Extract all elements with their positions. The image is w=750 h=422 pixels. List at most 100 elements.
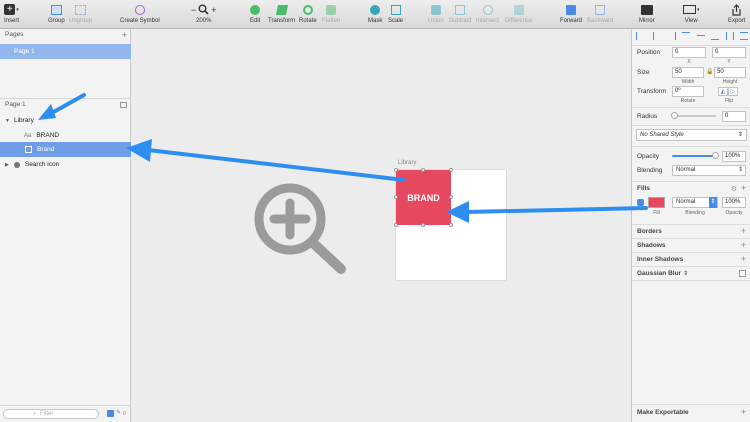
add-fill-icon[interactable]: + <box>741 184 746 193</box>
shadows-section-header[interactable]: Shadows + <box>632 239 750 252</box>
width-input[interactable]: 50 <box>672 67 704 78</box>
opacity-input[interactable]: 100% <box>722 151 746 162</box>
brand-text[interactable]: BRAND <box>407 193 440 203</box>
radius-slider-knob[interactable] <box>671 112 678 119</box>
y-input[interactable]: 0 <box>712 47 746 58</box>
layer-rect-brand[interactable]: Brand <box>0 142 131 157</box>
disclosure-triangle-icon[interactable]: ▶ <box>5 162 9 168</box>
make-exportable-label: Make Exportable <box>637 409 689 416</box>
fill-blending-select[interactable]: Normal ⇕ <box>672 197 718 208</box>
create-symbol-button[interactable]: Create Symbol <box>120 3 160 24</box>
borders-section-header[interactable]: Borders + <box>632 225 750 238</box>
scale-button[interactable]: Scale <box>388 3 403 24</box>
flatten-button[interactable]: Flatten <box>322 3 340 24</box>
mask-button[interactable]: Mask <box>368 3 382 24</box>
toolbar: + ▾ Insert Group Ungroup Create Symbol − +… <box>0 0 750 29</box>
opacity-slider[interactable] <box>672 152 719 159</box>
align-left-icon[interactable] <box>636 32 644 40</box>
fill-opacity-input[interactable]: 100% <box>722 197 746 208</box>
fill-enabled-checkbox[interactable] <box>637 199 644 206</box>
align-right-icon[interactable] <box>668 32 676 40</box>
filter-count: 0 <box>123 411 126 417</box>
gaussian-blur-section-header[interactable]: Gaussian Blur ⇕ <box>632 267 750 280</box>
zoom-control[interactable]: − + 200% <box>191 3 217 25</box>
forward-icon <box>566 4 576 15</box>
x-input[interactable]: 0 <box>672 47 706 58</box>
selection-handle[interactable] <box>449 223 453 227</box>
difference-button[interactable]: Difference <box>505 3 532 24</box>
selection-handle[interactable] <box>421 168 425 172</box>
height-input[interactable]: 50 <box>714 67 746 78</box>
shared-style-select[interactable]: No Shared Style ⇕ <box>636 129 747 141</box>
selection-handle[interactable] <box>394 223 398 227</box>
radius-label: Radius <box>637 113 658 120</box>
artboard-library[interactable]: BRAND <box>394 168 506 280</box>
radius-slider[interactable] <box>671 112 716 119</box>
selection-handle[interactable] <box>394 168 398 172</box>
backward-button[interactable]: Backward <box>587 3 613 24</box>
make-exportable-section[interactable]: Make Exportable + <box>632 406 750 419</box>
layer-artboard-library[interactable]: ▼ Library <box>0 113 131 128</box>
search-icon-artwork[interactable] <box>250 181 348 276</box>
page-item-page-1[interactable]: Page 1 <box>0 44 131 59</box>
fill-blending-value: Normal <box>676 199 696 205</box>
gaussian-blur-checkbox[interactable] <box>739 270 746 277</box>
intersect-button[interactable]: Intersect <box>476 3 499 24</box>
filter-input[interactable]: ⌕ Filter <box>3 409 99 419</box>
add-shadow-icon[interactable]: + <box>741 241 746 250</box>
rotate-input[interactable]: 0º <box>672 86 704 97</box>
add-inner-shadow-icon[interactable]: + <box>741 255 746 264</box>
radius-input[interactable]: 0 <box>722 111 746 122</box>
selection-handle[interactable] <box>449 168 453 172</box>
align-center-icon[interactable] <box>653 32 661 40</box>
inspector-panel: Position 0 0 X Y Size 50 🔒 50 Width Heig… <box>631 29 750 422</box>
chevron-updown-icon: ⇕ <box>737 167 743 173</box>
align-bottom-icon[interactable] <box>711 32 720 40</box>
export-button[interactable]: Export <box>728 3 745 24</box>
inner-shadows-section-header[interactable]: Inner Shadows + <box>632 253 750 266</box>
forward-button[interactable]: Forward <box>560 3 582 24</box>
selection-handle[interactable] <box>394 195 398 199</box>
lock-icon[interactable]: 🔒 <box>706 68 713 75</box>
pencil-icon[interactable]: ✎ <box>116 409 121 416</box>
gear-icon[interactable]: ⚙ <box>731 185 737 193</box>
flip-vertical-icon[interactable]: ▷ <box>728 87 738 96</box>
rotate-button[interactable]: Rotate <box>299 3 317 24</box>
symbols-filter-icon[interactable] <box>107 410 114 417</box>
group-button[interactable]: Group <box>48 3 65 24</box>
chevron-updown-icon: ⇕ <box>737 132 743 138</box>
subtract-button[interactable]: Subtract <box>449 3 471 24</box>
add-page-icon[interactable]: + <box>122 30 127 40</box>
selection-handle[interactable] <box>449 195 453 199</box>
layer-group-search-icon[interactable]: ▶ Search icon <box>0 157 131 172</box>
align-top-icon[interactable] <box>682 32 691 40</box>
ungroup-button[interactable]: Ungroup <box>69 3 92 24</box>
disclosure-triangle-icon[interactable]: ▼ <box>5 118 10 124</box>
add-border-icon[interactable]: + <box>741 227 746 236</box>
distribute-vertical-icon[interactable] <box>739 32 748 40</box>
transform-button[interactable]: Transform <box>268 3 295 24</box>
union-icon <box>430 4 441 15</box>
add-export-icon[interactable]: + <box>741 408 746 417</box>
mirror-button[interactable]: Mirror <box>639 3 655 24</box>
align-middle-icon[interactable] <box>696 35 705 43</box>
blending-select[interactable]: Normal ⇕ <box>672 165 746 176</box>
view-button[interactable]: ▾ View <box>683 3 700 24</box>
collapse-icon[interactable] <box>120 102 127 108</box>
opacity-slider-knob[interactable] <box>712 152 719 159</box>
chevron-updown-icon: ⇕ <box>709 197 717 208</box>
union-button[interactable]: Union <box>428 3 444 24</box>
rotate-sublabel: Rotate <box>680 98 696 104</box>
layer-text-brand[interactable]: Aa BRAND <box>0 128 131 143</box>
fill-color-swatch[interactable] <box>648 197 665 208</box>
edit-button[interactable]: Edit <box>250 3 260 24</box>
selection-handle[interactable] <box>421 223 425 227</box>
artboard-label[interactable]: Library <box>398 160 416 166</box>
zoom-level: 200% <box>196 18 212 24</box>
canvas[interactable]: Library BRAND <box>132 29 631 422</box>
inner-shadows-label: Inner Shadows <box>637 256 684 263</box>
brand-rectangle[interactable]: BRAND <box>396 170 451 225</box>
insert-button[interactable]: + ▾ Insert <box>4 3 19 24</box>
distribute-horizontal-icon[interactable] <box>725 32 734 40</box>
flip-horizontal-icon[interactable]: ◭ <box>718 87 728 96</box>
